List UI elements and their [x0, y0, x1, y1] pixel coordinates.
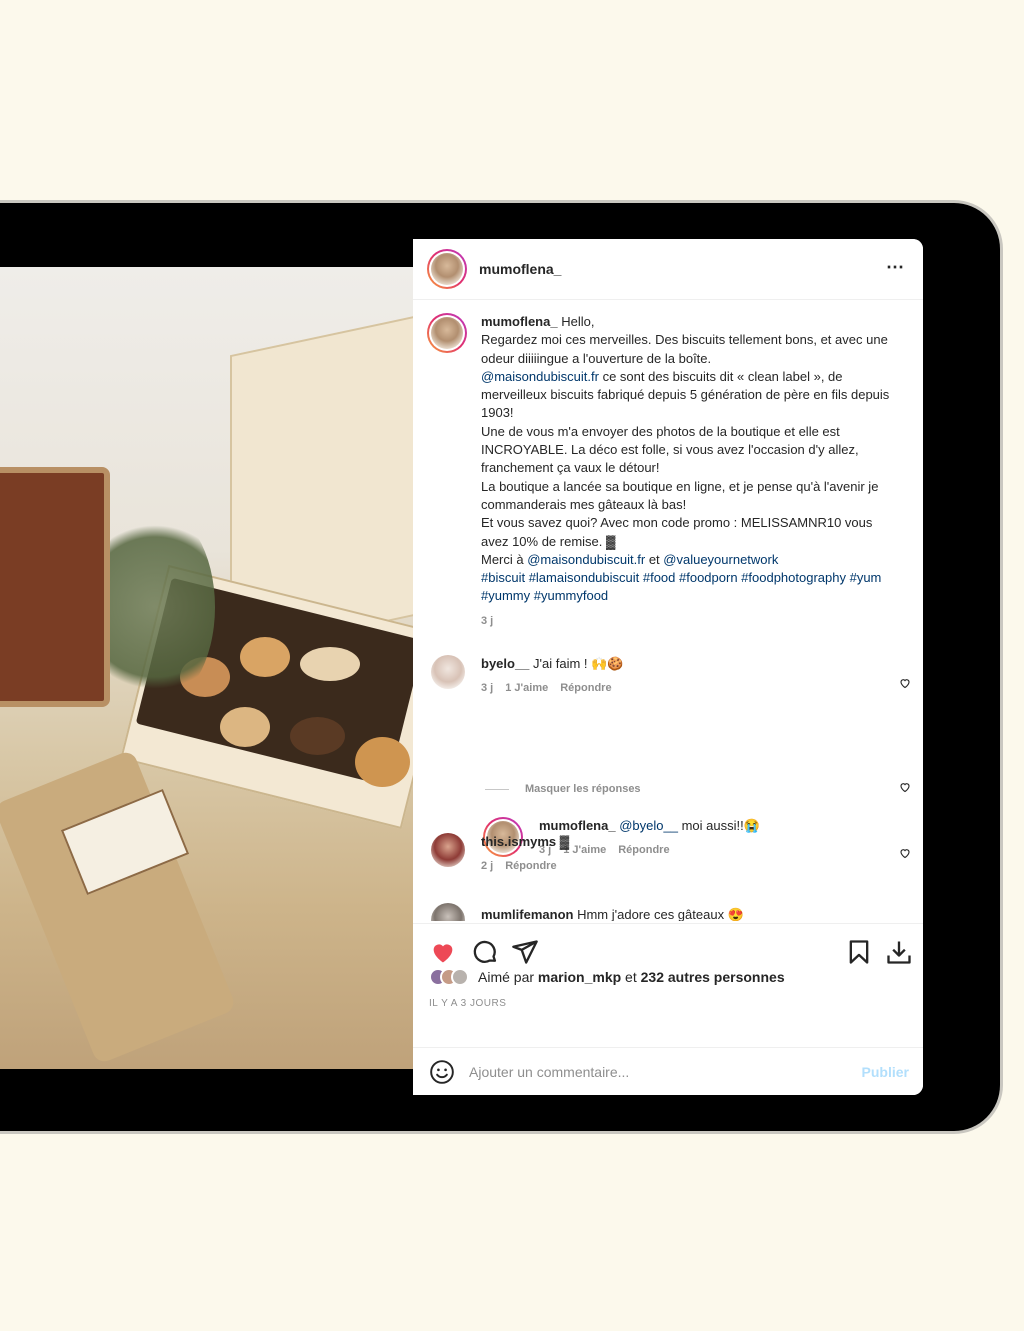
download-icon[interactable]: [885, 938, 913, 966]
post-actions: Aimé par marion_mkp et 232 autres person…: [413, 923, 923, 1023]
reply-text: moi aussi!!😭: [677, 818, 760, 833]
photo-cookie: [290, 717, 345, 755]
photo-cookie: [240, 637, 290, 677]
emoji-icon[interactable]: [429, 1059, 455, 1085]
caption-avatar[interactable]: [427, 313, 467, 353]
caption-thanks: Merci à: [481, 551, 528, 567]
commenter-avatar[interactable]: [431, 903, 465, 921]
liked-by: Aimé par marion_mkp et 232 autres person…: [429, 968, 785, 986]
add-comment-bar: Publier: [413, 1047, 923, 1095]
liked-by-mid: et: [621, 969, 641, 985]
caption-time[interactable]: 3 j: [481, 615, 493, 627]
photo-cookie: [220, 707, 270, 747]
comment-text: ▓: [556, 834, 570, 849]
commenter-avatar[interactable]: [431, 655, 465, 689]
caption-username[interactable]: mumoflena_: [481, 314, 558, 329]
reply-mention[interactable]: @byelo__: [619, 818, 678, 833]
comment-text: J'ai faim ! 🙌🍪: [529, 656, 624, 671]
liker-avatar: [451, 968, 469, 986]
comment-item: byelo__ J'ai faim ! 🙌🍪 3 j 1 J'aime Répond…: [431, 655, 921, 697]
caption-mention-valueyournetwork[interactable]: @valueyournetwork: [663, 552, 778, 567]
post-photo[interactable]: [0, 267, 413, 1069]
comment-time[interactable]: 2 j: [481, 860, 493, 872]
liked-by-prefix: Aimé par: [478, 969, 538, 985]
comment-item: mumlifemanon Hmm j'adore ces gâteaux 😍: [431, 903, 921, 921]
comment-icon[interactable]: [471, 938, 499, 966]
publish-button[interactable]: Publier: [862, 1064, 909, 1080]
post-header: mumoflena_ ⋯: [413, 239, 923, 300]
post-caption: mumoflena_ Hello, Regardez moi ces merve…: [427, 313, 917, 630]
tablet-frame: › mumoflena_ ⋯ mumoflena_ Hello, Regarde…: [0, 203, 1000, 1131]
comment-text: Hmm j'adore ces gâteaux 😍: [573, 907, 744, 921]
comment-input[interactable]: [469, 1063, 849, 1080]
photo-cookie: [300, 647, 360, 681]
post-timestamp[interactable]: IL Y A 3 JOURS: [429, 998, 506, 1009]
reply-button[interactable]: Répondre: [505, 860, 556, 872]
like-reply-heart-icon[interactable]: [899, 781, 911, 793]
caption-mention-maisondubiscuit-2[interactable]: @maisondubiscuit.fr: [527, 552, 645, 567]
caption-text-1: Regardez moi ces merveilles. Des biscuit…: [481, 332, 888, 366]
photo-plant: [95, 507, 215, 707]
commenter-username[interactable]: mumlifemanon: [481, 907, 573, 921]
like-comment-heart-icon[interactable]: [899, 847, 911, 859]
photo-sugar-bag: [0, 749, 237, 1065]
comments-list[interactable]: mumoflena_ Hello, Regardez moi ces merve…: [413, 301, 923, 921]
reply-username[interactable]: mumoflena_: [539, 818, 616, 833]
photo-biscuit-tin: [0, 467, 110, 707]
caption-hashtags[interactable]: #biscuit #lamaisondubiscuit #food #foodp…: [481, 569, 901, 606]
more-options-icon[interactable]: ⋯: [886, 257, 905, 278]
hide-replies-button[interactable]: Masquer les réponses: [485, 783, 641, 795]
caption-greeting: Hello,: [561, 314, 595, 329]
like-heart-icon[interactable]: [429, 938, 457, 966]
comment-likes[interactable]: 1 J'aime: [505, 682, 548, 694]
instagram-post-modal: › mumoflena_ ⋯ mumoflena_ Hello, Regarde…: [0, 239, 923, 1095]
author-username[interactable]: mumoflena_: [479, 261, 561, 277]
commenter-username[interactable]: this.ismyms: [481, 834, 556, 849]
caption-text-5: Et vous savez quoi? Avec mon code promo …: [481, 515, 873, 549]
like-comment-heart-icon[interactable]: [899, 677, 911, 689]
save-bookmark-icon[interactable]: [845, 938, 873, 966]
author-avatar[interactable]: [427, 249, 467, 289]
comment-item: this.ismyms ▓ 2 j Répondre: [431, 833, 921, 875]
comment-time[interactable]: 3 j: [481, 682, 493, 694]
commenter-username[interactable]: byelo__: [481, 656, 529, 671]
commenter-avatar[interactable]: [431, 833, 465, 867]
post-media: ›: [0, 239, 439, 1095]
caption-text-4: La boutique a lancée sa boutique en lign…: [481, 478, 879, 512]
caption-text-3: Une de vous m'a envoyer des photos de la…: [481, 423, 859, 476]
liked-by-others[interactable]: 232 autres personnes: [641, 969, 785, 985]
post-side-panel: mumoflena_ ⋯ mumoflena_ Hello, Regardez …: [413, 239, 923, 1095]
caption-mention-maisondubiscuit[interactable]: @maisondubiscuit.fr: [481, 369, 599, 384]
reply-button[interactable]: Répondre: [560, 682, 611, 694]
share-icon[interactable]: [511, 938, 539, 966]
caption-thanks-and: et: [645, 551, 664, 567]
photo-cookie: [355, 737, 410, 787]
liked-by-user[interactable]: marion_mkp: [538, 969, 621, 985]
